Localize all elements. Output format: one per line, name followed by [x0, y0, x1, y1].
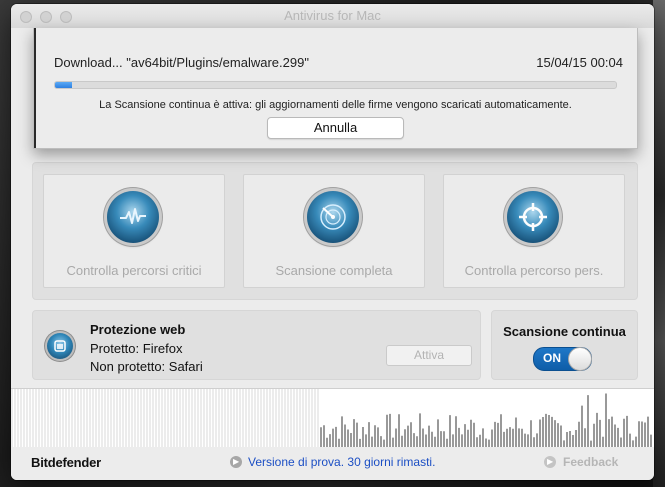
- activity-graph-svg: [11, 389, 652, 447]
- scan-label-full: Scansione completa: [275, 263, 393, 278]
- continuous-scan-title: Scansione continua: [503, 324, 626, 339]
- activity-graph: [11, 388, 654, 448]
- download-date: 15/04/15 00:04: [536, 55, 623, 70]
- window-title: Antivirus for Mac: [284, 8, 381, 23]
- close-window-button[interactable]: [20, 11, 32, 23]
- scan-card-custom[interactable]: Controlla percorso pers.: [443, 174, 625, 288]
- brand-logo: Bitdefender: [31, 455, 102, 470]
- feedback-button[interactable]: Feedback: [563, 455, 618, 469]
- download-sheet: Download... "av64bit/Plugins/emalware.29…: [33, 28, 638, 149]
- download-status-text: Download... "av64bit/Plugins/emalware.29…: [54, 55, 309, 70]
- scan-label-critical: Controlla percorsi critici: [66, 263, 202, 278]
- app-window: Antivirus for Mac Download... "av64bit/P…: [11, 4, 654, 480]
- download-progress-bar: [54, 81, 617, 89]
- cancel-button[interactable]: Annulla: [267, 117, 404, 139]
- continuous-scan-toggle[interactable]: ON: [533, 347, 592, 371]
- toggle-knob: [568, 347, 592, 371]
- continuous-scan-panel: Scansione continua ON: [491, 310, 638, 380]
- radar-icon: [307, 191, 359, 243]
- scan-options-panel: Controlla percorsi critici Scansione com…: [32, 162, 638, 300]
- scan-card-critical[interactable]: Controlla percorsi critici: [43, 174, 225, 288]
- web-protection-panel: Protezione web Protetto: Firefox Non pro…: [32, 310, 481, 380]
- continuous-scan-info: La Scansione continua è attiva: gli aggi…: [99, 99, 572, 111]
- zoom-window-button[interactable]: [60, 11, 72, 23]
- trial-status-link[interactable]: Versione di prova. 30 giorni rimasti.: [248, 455, 435, 469]
- scan-card-full[interactable]: Scansione completa: [243, 174, 425, 288]
- activate-button[interactable]: Attiva: [386, 345, 472, 366]
- arrow-right-icon: ▶: [230, 456, 242, 468]
- toggle-state-label: ON: [543, 351, 561, 365]
- web-protection-title: Protezione web: [90, 322, 186, 337]
- scan-label-custom: Controlla percorso pers.: [464, 263, 604, 278]
- title-bar: Antivirus for Mac: [11, 4, 654, 28]
- browser-shield-icon: [47, 333, 73, 359]
- progress-fill: [55, 82, 72, 88]
- footer: Bitdefender ▶ Versione di prova. 30 gior…: [11, 447, 654, 480]
- unprotected-browser: Non protetto: Safari: [90, 359, 203, 374]
- heartbeat-icon: [107, 191, 159, 243]
- protected-browser: Protetto: Firefox: [90, 341, 183, 356]
- desktop-background: [653, 0, 665, 487]
- sheet-edge: [34, 28, 36, 148]
- target-icon: [507, 191, 559, 243]
- minimize-window-button[interactable]: [40, 11, 52, 23]
- arrow-right-icon: ▶: [544, 456, 556, 468]
